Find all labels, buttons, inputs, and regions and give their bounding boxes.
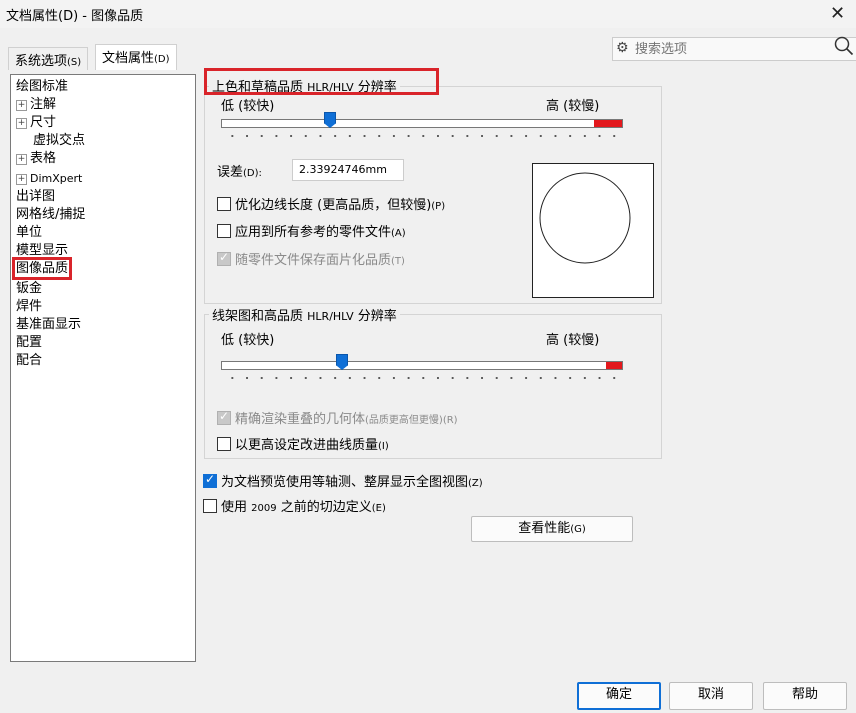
wireframe-quality-slider[interactable] [221,354,623,384]
expand-icon[interactable]: + [16,100,27,111]
optimize-edge-checkbox[interactable] [217,197,231,211]
search-input[interactable] [633,40,827,58]
tree-item-label: 配合 [16,353,43,368]
window-title: 文档属性(D) - 图像品质 [6,9,144,24]
tree-item-label: 绘图标准 [16,79,69,94]
tree-item[interactable]: 图像品质 [11,257,73,280]
tree-item-label: 表格 [30,151,57,166]
property-tree[interactable]: 绘图标准 + 注解 + 尺寸 虚拟交点 + 表格 + DimXpert 出详图 网格线/捕捉 单位 模型显… [10,74,196,662]
tree-item[interactable]: 模型显示 [16,243,68,259]
isometric-preview-option[interactable]: 为文档预览使用等轴测、整屏显示全图视图(Z) [203,471,483,490]
search-box[interactable]: ⚙ [612,35,856,62]
curve-quality-checkbox[interactable] [217,437,231,451]
tree-item[interactable]: 单位 [16,225,42,241]
precise-render-option: 精确渲染重叠的几何体(品质更高但更慢)(R) [217,408,458,427]
apply-all-checkbox[interactable] [217,224,231,238]
shaded-quality-slider[interactable] [221,112,623,142]
tree-item-label: 焊件 [16,299,43,314]
wireframe-slider-track [221,361,623,370]
tree-item[interactable]: + 注解 [16,97,56,113]
tree-item-label: 基准面显示 [16,317,82,332]
tab-document-label: 文档属性 [102,51,155,66]
expand-icon[interactable]: + [16,154,27,165]
tab-system-key: (S) [67,57,82,68]
tree-item-label: 模型显示 [16,243,69,258]
tree-item[interactable]: + 表格 [16,151,56,167]
tab-document-key: (D) [154,54,170,65]
shaded-slider-red-zone [594,120,622,127]
tree-item[interactable]: 网格线/捕捉 [16,207,85,223]
apply-all-option[interactable]: 应用到所有参考的零件文件(A) [217,221,406,240]
wireframe-quality-title: 线架图和高品质 HLR/HLV 分辨率 [209,305,400,324]
tree-item[interactable]: 钣金 [16,281,42,297]
resolution-preview [532,163,654,298]
wireframe-low-label: 低 (较快) [221,333,275,348]
tolerance-label: 误差(D): [217,165,262,180]
help-button[interactable]: 帮助 [763,682,847,710]
tree-item-label: DimXpert [30,172,83,185]
close-icon[interactable]: ✕ [830,3,845,24]
tree-item-label: 图像品质 [11,257,73,280]
tree-item[interactable]: 配置 [16,335,42,351]
wireframe-high-label: 高 (较慢) [546,333,600,348]
pre2009-tangent-option[interactable]: 使用 2009 之前的切边定义(E) [203,496,386,515]
preview-circle-icon [539,172,631,264]
isometric-preview-checkbox[interactable] [203,472,217,488]
view-performance-button[interactable]: 查看性能(G) [471,516,633,542]
tree-item[interactable]: 基准面显示 [16,317,81,333]
tree-item-label: 出详图 [16,189,56,204]
tree-item-label: 尺寸 [30,115,57,130]
shaded-slider-track [221,119,623,128]
expand-icon[interactable]: + [16,174,27,185]
tree-item[interactable]: + DimXpert [16,171,82,187]
tree-item[interactable]: 出详图 [16,189,55,205]
precise-render-checkbox [217,409,231,425]
cancel-button[interactable]: 取消 [669,682,753,710]
tree-item-label: 网格线/捕捉 [16,207,86,222]
tree-item-label: 单位 [16,225,43,240]
title-highlight [204,68,439,95]
wireframe-slider-red-zone [606,362,622,369]
tree-item-label: 钣金 [16,281,43,296]
tree-item[interactable]: 绘图标准 [16,79,68,95]
tab-system-options[interactable]: 系统选项(S) [8,47,89,70]
pre2009-tangent-checkbox[interactable] [203,499,217,513]
tab-document-properties[interactable]: 文档属性(D) [95,44,177,70]
tolerance-field[interactable]: 2.33924746mm [292,159,404,181]
expand-icon[interactable]: + [16,118,27,129]
tree-item-label: 注解 [30,97,57,112]
tree-item-label: 配置 [16,335,43,350]
search-icon[interactable] [834,35,854,62]
tree-item[interactable]: 配合 [16,353,42,369]
tab-system-label: 系统选项 [15,54,68,69]
save-tessellation-checkbox [217,250,231,266]
wireframe-slider-ticks [225,375,621,381]
shaded-slider-ticks [225,133,621,139]
tree-item-label: 虚拟交点 [33,133,86,148]
tree-item[interactable]: 焊件 [16,299,42,315]
optimize-edge-option[interactable]: 优化边线长度 (更高品质，但较慢)(P) [217,194,445,213]
tree-item[interactable]: + 尺寸 [16,115,56,131]
save-tessellation-option: 随零件文件保存面片化品质(T) [217,249,405,268]
curve-quality-option[interactable]: 以更高设定改进曲线质量(I) [217,434,389,453]
gear-icon[interactable]: ⚙ [616,40,629,56]
ok-button[interactable]: 确定 [577,682,661,710]
tree-item[interactable]: 虚拟交点 [33,133,85,149]
